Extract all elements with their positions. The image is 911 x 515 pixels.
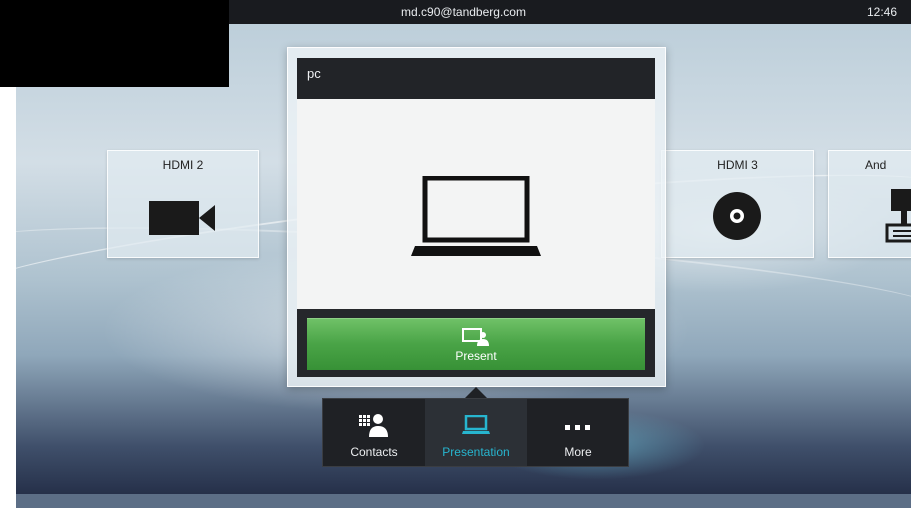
tab-more[interactable]: More: [527, 399, 629, 466]
tab-label: Contacts: [350, 445, 398, 459]
source-tile-hdmi-3[interactable]: HDMI 3: [661, 150, 814, 258]
document-camera-icon: [885, 189, 911, 243]
tab-label: More: [564, 445, 592, 459]
selected-source-card: pc Present: [287, 47, 666, 387]
bottom-bar: [16, 494, 911, 508]
source-label: HDMI 3: [717, 158, 758, 172]
share-screen-icon: [462, 328, 489, 346]
bottom-nav: Contacts Presentation More: [322, 398, 629, 467]
disc-icon: [713, 192, 761, 240]
present-button-container: Present: [297, 309, 655, 377]
laptop-icon: [411, 176, 541, 256]
present-button[interactable]: Present: [307, 318, 645, 370]
tab-label: Presentation: [442, 445, 510, 459]
selected-source-title: pc: [297, 58, 655, 99]
present-button-label: Present: [455, 349, 497, 363]
tab-contacts[interactable]: Contacts: [323, 399, 425, 466]
active-tab-pointer: [465, 387, 487, 398]
clock: 12:46: [866, 5, 897, 19]
source-label: And: [865, 158, 887, 172]
tab-presentation[interactable]: Presentation: [425, 399, 527, 466]
source-label: HDMI 2: [162, 158, 204, 172]
video-camera-icon: [149, 201, 215, 235]
contacts-icon: [359, 414, 388, 437]
presentation-icon: [462, 415, 490, 434]
redaction-box: [0, 0, 229, 87]
more-icon: [565, 425, 590, 430]
source-tile-hdmi-2[interactable]: HDMI 2: [107, 150, 259, 258]
source-tile-document-camera[interactable]: And: [828, 150, 911, 258]
